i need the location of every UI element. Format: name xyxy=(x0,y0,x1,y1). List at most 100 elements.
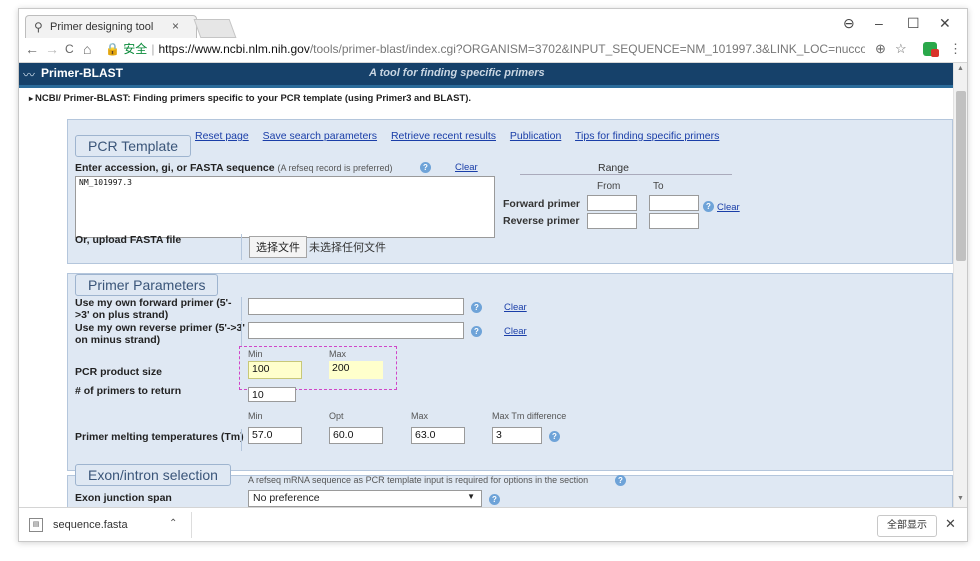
exon-legend: Exon/intron selection xyxy=(75,464,231,486)
lock-icon: 🔒 xyxy=(105,42,120,56)
tm-min-label: Min xyxy=(248,411,263,421)
own-reverse-clear-link[interactable]: Clear xyxy=(504,326,527,337)
sequence-textarea[interactable]: NM_101997.3 xyxy=(75,176,495,238)
exon-junction-value: No preference xyxy=(253,492,320,504)
back-button[interactable]: ← xyxy=(25,41,39,57)
own-reverse-input[interactable] xyxy=(248,322,464,339)
forward-from-input[interactable] xyxy=(587,195,637,211)
exon-junction-select[interactable]: No preference ▼ xyxy=(248,490,482,507)
to-label: To xyxy=(653,181,664,192)
new-tab-button[interactable] xyxy=(193,19,237,38)
exon-junction-label: Exon junction span xyxy=(75,492,172,504)
vertical-scrollbar[interactable]: ▲ ▼ xyxy=(953,63,967,507)
product-min-label: Min xyxy=(248,349,263,359)
address-bar[interactable]: 🔒 安全 | https://www.ncbi.nlm.nih.gov/tools/… xyxy=(105,40,865,59)
bookmark-star-icon[interactable]: ☆ xyxy=(895,41,907,57)
product-size-label: PCR product size xyxy=(75,366,162,378)
retrieve-results-link[interactable]: Retrieve recent results xyxy=(391,130,496,142)
download-file-name[interactable]: sequence.fasta xyxy=(53,519,128,531)
from-label: From xyxy=(597,181,621,192)
exon-junction-help-icon[interactable]: ? xyxy=(489,494,500,505)
tips-link[interactable]: Tips for finding specific primers xyxy=(575,130,719,142)
page-tagline: A tool for finding specific primers xyxy=(369,67,545,79)
scroll-up-icon[interactable]: ▲ xyxy=(957,65,964,72)
tm-opt-input[interactable]: 60.0 xyxy=(329,427,383,444)
reverse-from-input[interactable] xyxy=(587,213,637,229)
own-forward-input[interactable] xyxy=(248,298,464,315)
minimize-button[interactable]: – xyxy=(875,15,883,31)
address-row: ← → C ⌂ 🔒 安全 | https://www.ncbi.nlm.nih.go… xyxy=(19,38,967,63)
publication-link[interactable]: Publication xyxy=(510,130,561,142)
product-max-input[interactable]: 200 xyxy=(329,361,383,379)
num-primers-label: # of primers to return xyxy=(75,385,182,397)
reverse-to-input[interactable] xyxy=(649,213,699,229)
no-file-text: 未选择任何文件 xyxy=(309,242,386,254)
forward-to-input[interactable] xyxy=(649,195,699,211)
browser-tab[interactable]: ⚲ Primer designing tool × xyxy=(25,15,197,38)
num-primers-input[interactable]: 10 xyxy=(248,387,296,402)
reverse-primer-label: Reverse primer xyxy=(503,215,580,227)
product-min-input[interactable]: 100 xyxy=(248,361,302,379)
own-reverse-label: Use my own reverse primer (5'->3' on min… xyxy=(75,322,245,346)
url-host: https://www.ncbi.nlm.nih.gov xyxy=(158,42,310,56)
help-icon[interactable]: ? xyxy=(420,162,431,173)
tab-favicon-icon: ⚲ xyxy=(34,20,43,34)
pcr-template-legend: PCR Template xyxy=(75,135,192,157)
chevron-up-icon[interactable]: ⌃ xyxy=(169,518,177,529)
tm-diff-input[interactable]: 3 xyxy=(492,427,542,444)
menu-icon[interactable]: ⋮ xyxy=(949,41,962,57)
save-search-link[interactable]: Save search parameters xyxy=(263,130,377,142)
scroll-down-icon[interactable]: ▼ xyxy=(957,495,964,502)
accession-note: (A refseq record is preferred) xyxy=(277,163,393,173)
tm-min-input[interactable]: 57.0 xyxy=(248,427,302,444)
tm-help-icon[interactable]: ? xyxy=(549,431,560,442)
primer-blast-header: 〰 Primer-BLAST A tool for finding specif… xyxy=(19,63,953,88)
ncbi-logo-icon: 〰 xyxy=(23,68,36,82)
tm-diff-label: Max Tm difference xyxy=(492,411,567,421)
title-bar: ⚲ Primer designing tool × ⊖ – ☐ ✕ xyxy=(19,9,967,38)
upload-divider xyxy=(241,234,242,260)
file-icon: ▤ xyxy=(29,518,43,532)
range-label: Range xyxy=(598,162,629,174)
reset-page-link[interactable]: Reset page xyxy=(195,130,249,142)
tab-title: Primer designing tool xyxy=(50,21,154,33)
close-window-button[interactable]: ✕ xyxy=(939,15,951,32)
tab-close-icon[interactable]: × xyxy=(172,19,179,33)
scrollbar-thumb[interactable] xyxy=(956,91,966,261)
close-download-bar-icon[interactable]: ✕ xyxy=(945,516,956,532)
tm-max-input[interactable]: 63.0 xyxy=(411,427,465,444)
choose-file-button[interactable]: 选择文件 xyxy=(249,236,307,258)
tm-opt-label: Opt xyxy=(329,411,344,421)
own-reverse-help-icon[interactable]: ? xyxy=(471,326,482,337)
tm-max-label: Max xyxy=(411,411,429,421)
forward-button[interactable]: → xyxy=(45,41,59,57)
param-divider xyxy=(241,297,242,321)
maximize-button[interactable]: ☐ xyxy=(907,15,920,32)
range-help-icon[interactable]: ? xyxy=(703,201,714,212)
page-logo[interactable]: Primer-BLAST xyxy=(41,66,123,80)
product-max-label: Max xyxy=(329,349,347,359)
exon-help-icon[interactable]: ? xyxy=(615,475,626,486)
zoom-icon[interactable]: ⊕ xyxy=(875,41,886,57)
tm-label: Primer melting temperatures (Tm) xyxy=(75,431,244,443)
home-button[interactable]: ⌂ xyxy=(83,41,91,57)
primer-parameters-legend: Primer Parameters xyxy=(75,274,219,296)
download-bar: ▤ sequence.fasta ⌃ 全部显示 ✕ xyxy=(19,507,967,541)
profile-icon[interactable]: ⊖ xyxy=(843,15,855,32)
own-forward-label: Use my own forward primer (5'->3' on plu… xyxy=(75,297,232,321)
reload-button[interactable]: C xyxy=(65,42,74,56)
exon-note: A refseq mRNA sequence as PCR template i… xyxy=(248,475,589,485)
clear-range-link[interactable]: Clear xyxy=(717,202,740,213)
param-divider-2 xyxy=(241,322,242,346)
own-forward-clear-link[interactable]: Clear xyxy=(504,302,527,313)
forward-primer-label: Forward primer xyxy=(503,198,581,210)
own-forward-help-icon[interactable]: ? xyxy=(471,302,482,313)
clear-sequence-link[interactable]: Clear xyxy=(455,162,478,173)
show-all-button[interactable]: 全部显示 xyxy=(877,515,937,537)
download-divider xyxy=(191,512,192,538)
extension-badge xyxy=(931,49,939,57)
tm-divider xyxy=(241,429,242,451)
url-path: /tools/primer-blast/index.cgi?ORGANISM=3… xyxy=(309,42,865,56)
breadcrumb: ▸ NCBI/ Primer-BLAST: Finding primers spe… xyxy=(29,93,471,104)
breadcrumb-text[interactable]: NCBI/ Primer-BLAST: Finding primers spec… xyxy=(35,93,471,104)
